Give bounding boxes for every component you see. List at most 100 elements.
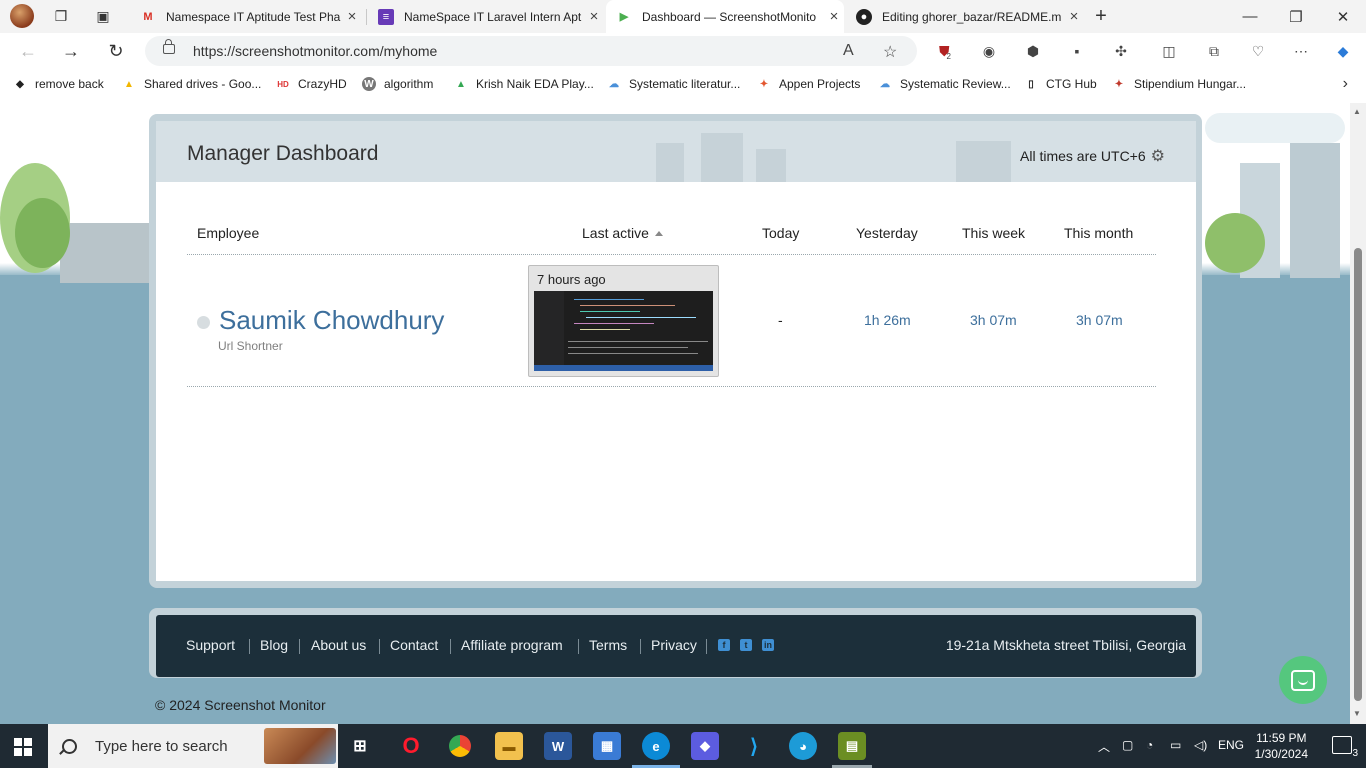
forward-icon[interactable]: → (58, 39, 84, 63)
column-header-last-active[interactable]: Last active (582, 225, 663, 241)
bookmark-item[interactable]: ◆ remove back (13, 77, 104, 91)
taskbar-search[interactable]: Type here to search (48, 724, 338, 768)
bookmark-item[interactable]: ☁ Systematic literatur... (607, 77, 740, 91)
page-scrollbar[interactable]: ▲ ▼ (1350, 103, 1366, 724)
extensions-puzzle-icon[interactable]: ✣ (1111, 41, 1131, 61)
copilot-taskbar-icon[interactable]: ◆ (691, 732, 719, 760)
restore-icon[interactable]: ❐ (1273, 0, 1319, 33)
address-bar[interactable]: https://screenshotmonitor.com/myhome A ☆ (145, 36, 917, 66)
footer-link-blog[interactable]: Blog (260, 637, 288, 653)
panda-extension-icon[interactable]: ◉ (979, 41, 999, 61)
bookmark-item[interactable]: ✦ Stipendium Hungar... (1112, 77, 1246, 91)
meet-now-icon[interactable]: ▢ (1122, 738, 1133, 752)
linkedin-icon[interactable]: in (762, 639, 774, 651)
chat-launcher-button[interactable] (1279, 656, 1327, 704)
bookmark-item[interactable]: ▯ CTG Hub (1024, 77, 1096, 91)
scroll-down-icon[interactable]: ▼ (1353, 709, 1361, 718)
edge-icon[interactable]: e (642, 732, 670, 760)
windows-start-icon[interactable] (14, 738, 32, 756)
back-icon[interactable]: ← (15, 39, 41, 63)
header-skyline (956, 141, 1011, 182)
column-header-employee[interactable]: Employee (197, 225, 259, 241)
footer-link-about[interactable]: About us (311, 637, 366, 653)
language-indicator[interactable]: ENG (1218, 738, 1244, 752)
volume-icon[interactable]: ◁) (1194, 738, 1207, 752)
tab-dashboard[interactable]: ▶ Dashboard — ScreenshotMonito × (606, 0, 844, 33)
bookmark-item[interactable]: ▲ Shared drives - Goo... (122, 77, 261, 91)
company-address: 19-21a Mtskheta street Tbilisi, Georgia (945, 637, 1186, 653)
chrome-icon[interactable] (446, 732, 474, 760)
close-window-icon[interactable]: ✕ (1320, 0, 1366, 33)
close-tab-icon[interactable]: × (342, 8, 362, 25)
latest-screenshot-thumbnail[interactable]: 7 hours ago (528, 265, 719, 377)
minimize-icon[interactable]: — (1227, 0, 1273, 33)
app-icon[interactable]: ◕ (789, 732, 817, 760)
code-line (568, 353, 698, 354)
column-header-yesterday[interactable]: Yesterday (856, 225, 918, 241)
footer-link-affiliate[interactable]: Affiliate program (461, 637, 563, 653)
this-week-time-link[interactable]: 3h 07m (970, 312, 1017, 328)
column-header-today[interactable]: Today (762, 225, 799, 241)
url-text[interactable]: https://screenshotmonitor.com/myhome (193, 43, 437, 59)
tab-github-readme[interactable]: ● Editing ghorer_bazar/README.m × (846, 0, 1084, 33)
profile-avatar[interactable] (10, 4, 34, 28)
bookmark-item[interactable]: ▲ Krish Naik EDA Play... (454, 77, 594, 91)
timezone-note: All times are UTC+6 ⚙ (1020, 146, 1165, 166)
page-icon: ▯ (1028, 78, 1034, 90)
browser-essentials-icon[interactable]: ♡ (1248, 41, 1268, 61)
notification-center-icon[interactable] (1332, 736, 1352, 754)
close-tab-icon[interactable]: × (584, 8, 604, 25)
footer-link-privacy[interactable]: Privacy (651, 637, 697, 653)
footer-link-terms[interactable]: Terms (589, 637, 627, 653)
bookmark-item[interactable]: Walgorithm (362, 77, 433, 91)
microsoft-store-icon[interactable]: ▦ (593, 732, 621, 760)
reload-icon[interactable]: ↻ (103, 39, 129, 63)
battery-icon[interactable]: ▭ (1170, 738, 1181, 752)
facebook-icon[interactable]: f (718, 639, 730, 651)
gear-icon[interactable]: ⚙ (1151, 146, 1165, 166)
split-screen-icon[interactable]: ◫ (1159, 41, 1179, 61)
task-view-icon[interactable]: ⊞ (346, 732, 374, 760)
workspaces-icon[interactable]: ❐ (52, 7, 70, 25)
scroll-up-icon[interactable]: ▲ (1353, 107, 1361, 116)
screenshot-image (534, 291, 713, 371)
more-menu-icon[interactable]: ⋯ (1291, 41, 1311, 61)
column-header-this-month[interactable]: This month (1064, 225, 1133, 241)
close-tab-icon[interactable]: × (824, 8, 844, 25)
yesterday-time-link[interactable]: 1h 26m (864, 312, 911, 328)
employee-name-link[interactable]: Saumik Chowdhury (219, 305, 444, 336)
favorite-star-icon[interactable]: ☆ (883, 42, 897, 62)
vscode-icon[interactable]: ⟩ (740, 732, 768, 760)
browser-nav-bar: ← → ↻ https://screenshotmonitor.com/myho… (0, 33, 1366, 69)
bookmark-item[interactable]: HD CrazyHD (276, 77, 346, 91)
word-icon[interactable]: W (544, 732, 572, 760)
collections-icon[interactable]: ⧉ (1204, 41, 1224, 61)
bookmark-item[interactable]: ✦ Appen Projects (757, 77, 861, 91)
read-aloud-icon[interactable]: A (843, 42, 854, 60)
chevron-right-icon[interactable]: › (1343, 75, 1348, 93)
column-header-this-week[interactable]: This week (962, 225, 1025, 241)
system-clock[interactable]: 11:59 PM 1/30/2024 (1255, 730, 1308, 762)
extension-icon[interactable]: ⬢ (1023, 41, 1043, 61)
scroll-thumb[interactable] (1354, 248, 1362, 701)
tab-laravel-intern[interactable]: ≡ NameSpace IT Laravel Intern Apt × (368, 0, 604, 33)
tab-namespace-aptitude[interactable]: M Namespace IT Aptitude Test Pha × (130, 0, 362, 33)
shield-extension-icon[interactable]: ⛊ 2 (935, 41, 955, 61)
extension-icon[interactable]: ▪ (1067, 41, 1087, 61)
copilot-icon[interactable]: ◆ (1333, 41, 1353, 61)
wifi-icon[interactable]: ◔ (1146, 738, 1153, 752)
footer-link-contact[interactable]: Contact (390, 637, 438, 653)
this-month-time-link[interactable]: 3h 07m (1076, 312, 1123, 328)
new-tab-icon[interactable]: + (1092, 5, 1110, 27)
page-viewport: Manager Dashboard All times are UTC+6 ⚙ … (0, 103, 1350, 724)
bookmark-item[interactable]: ☁ Systematic Review... (878, 77, 1011, 91)
twitter-icon[interactable]: t (740, 639, 752, 651)
show-hidden-icons-icon[interactable]: ︿ (1098, 738, 1110, 755)
footer-link-support[interactable]: Support (186, 637, 235, 653)
app-icon[interactable]: ▤ (838, 732, 866, 760)
stipendium-icon: ✦ (1114, 78, 1124, 90)
close-tab-icon[interactable]: × (1064, 8, 1084, 25)
tab-actions-icon[interactable]: ▣ (94, 7, 112, 25)
file-explorer-icon[interactable]: ▬ (495, 732, 523, 760)
opera-icon[interactable]: O (397, 732, 425, 760)
